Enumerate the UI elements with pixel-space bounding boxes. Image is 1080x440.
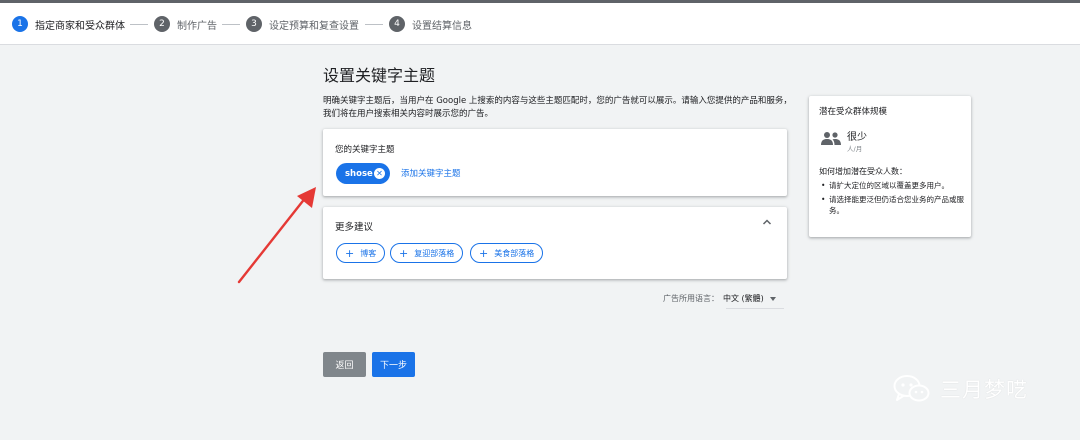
step-2-number: 2 bbox=[154, 16, 170, 32]
plus-icon: + bbox=[479, 246, 489, 260]
step-4-number: 4 bbox=[389, 16, 405, 32]
step-1-label: 指定商家和受众群体 bbox=[35, 20, 125, 32]
remove-chip-icon[interactable]: ✕ bbox=[374, 168, 385, 179]
step-1-number: 1 bbox=[12, 16, 28, 32]
step-connector bbox=[130, 24, 148, 25]
annotation-arrow-icon bbox=[237, 187, 316, 284]
ad-language-selector[interactable]: 广告所用语言： 中文 (繁體) bbox=[663, 293, 776, 304]
step-2-label: 制作广告 bbox=[177, 20, 217, 32]
keyword-theme-label: 您的关键字主题 bbox=[335, 145, 395, 155]
suggestion-chip-food-blog[interactable]: + 美食部落格 bbox=[470, 243, 544, 263]
page-title: 设置关键字主题 bbox=[323, 66, 436, 85]
plus-icon: + bbox=[399, 246, 409, 260]
suggestion-chip-travel-blog[interactable]: + 复迎部落格 bbox=[390, 243, 464, 263]
ad-language-label: 广告所用语言： bbox=[663, 294, 719, 303]
plus-icon: + bbox=[345, 246, 355, 260]
step-2[interactable]: 2 制作广告 bbox=[154, 15, 217, 33]
dropdown-caret-icon bbox=[769, 296, 776, 301]
more-suggestions-card: 更多建议 + 博客 + 复迎部落格 + 美食部落格 bbox=[323, 207, 787, 279]
suggestion-chip-label: 美食部落格 bbox=[494, 248, 535, 258]
step-connector bbox=[222, 24, 240, 25]
chevron-up-icon[interactable] bbox=[761, 216, 773, 228]
step-connector bbox=[365, 24, 383, 25]
audience-size-card: 潜在受众群体规模 很少 人/月 如何增加潜在受众人数： 请扩大定位的区域以覆盖更… bbox=[809, 96, 971, 237]
audience-size-unit: 人/月 bbox=[847, 145, 863, 153]
add-keyword-theme-link[interactable]: 添加关键字主题 bbox=[401, 167, 461, 179]
suggestion-chip-blog[interactable]: + 博客 bbox=[336, 243, 386, 263]
suggestion-chip-label: 复迎部落格 bbox=[414, 248, 455, 258]
setup-stepper: 1 指定商家和受众群体 2 制作广告 3 设定预算和复查设置 4 设置结算信息 bbox=[0, 3, 1080, 45]
wechat-icon bbox=[893, 375, 930, 402]
keyword-theme-card: 您的关键字主题 shose ✕ 添加关键字主题 bbox=[323, 129, 787, 196]
watermark-text: 三月梦呓 bbox=[940, 378, 1028, 402]
step-4[interactable]: 4 设置结算信息 bbox=[389, 15, 472, 33]
audience-size-value: 很少 bbox=[847, 132, 867, 143]
audience-tips-list: 请扩大定位的区域以覆盖更多用户。 请选择能更泛但仍适合您业务的产品或服务。 bbox=[819, 180, 965, 219]
step-1[interactable]: 1 指定商家和受众群体 bbox=[12, 15, 125, 33]
keyword-chip-label: shose bbox=[345, 168, 373, 179]
language-underline bbox=[726, 308, 784, 309]
step-3[interactable]: 3 设定预算和复查设置 bbox=[246, 15, 359, 33]
back-button[interactable]: 返回 bbox=[323, 352, 366, 377]
more-suggestions-title: 更多建议 bbox=[335, 222, 374, 233]
suggestion-chip-label: 博客 bbox=[360, 248, 377, 258]
next-button[interactable]: 下一步 bbox=[372, 352, 415, 377]
step-4-label: 设置结算信息 bbox=[412, 20, 472, 32]
ad-language-value: 中文 (繁體) bbox=[723, 294, 764, 303]
page-description: 明确关键字主题后，当用户在 Google 上搜索的内容与这些主题匹配时，您的广告… bbox=[323, 96, 792, 119]
keyword-chip[interactable]: shose ✕ bbox=[336, 163, 390, 184]
audience-tip: 请选择能更泛但仍适合您业务的产品或服务。 bbox=[819, 194, 965, 216]
audience-tip: 请扩大定位的区域以覆盖更多用户。 bbox=[819, 180, 965, 191]
step-3-number: 3 bbox=[246, 16, 262, 32]
watermark: 三月梦呓 bbox=[893, 374, 1028, 404]
audience-tips-title: 如何增加潜在受众人数： bbox=[819, 167, 907, 176]
audience-size-title: 潜在受众群体规模 bbox=[819, 107, 888, 117]
step-3-label: 设定预算和复查设置 bbox=[269, 20, 359, 32]
people-icon bbox=[821, 132, 841, 145]
